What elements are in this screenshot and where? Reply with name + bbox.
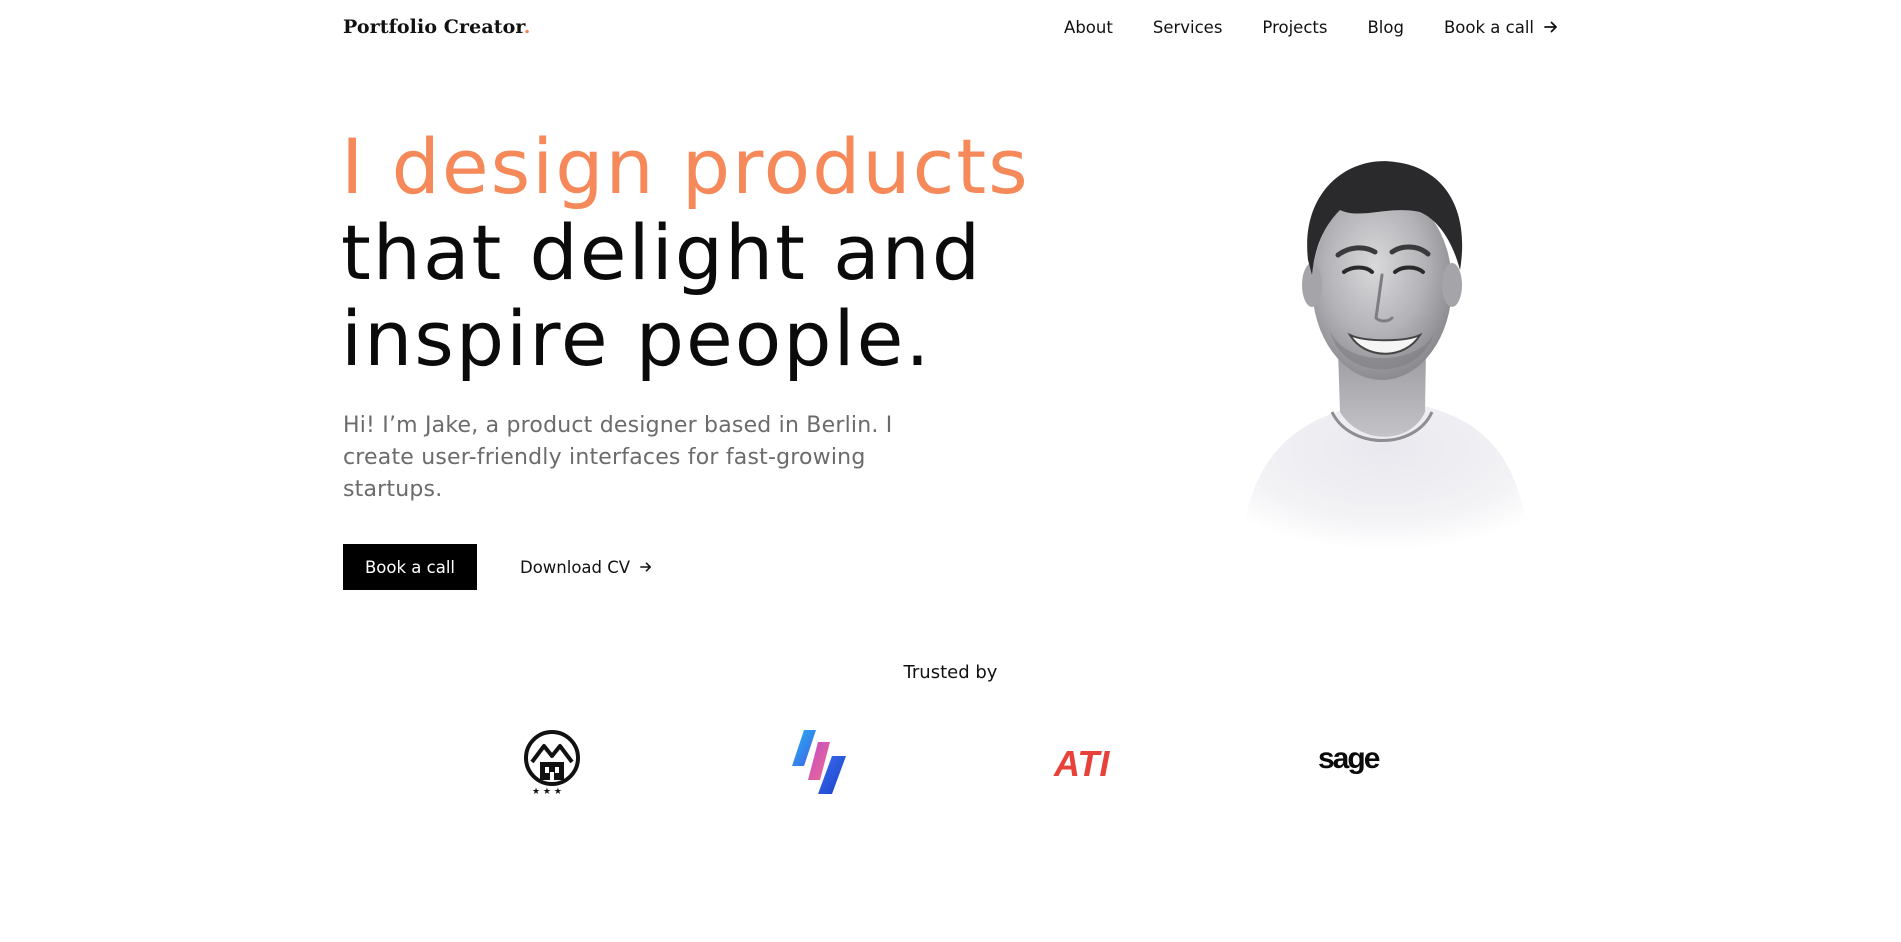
hero-title-accent: I design products	[341, 122, 1030, 211]
svg-text:★ ★ ★: ★ ★ ★	[532, 787, 562, 796]
nav-links: About Services Projects Blog Book a call	[1064, 18, 1558, 37]
hero-title: I design products that delight and inspi…	[341, 124, 1030, 382]
nav-projects-link[interactable]: Projects	[1262, 18, 1327, 37]
hero-title-line2: that delight and	[341, 208, 983, 297]
mountain-house-logo: ★ ★ ★	[524, 730, 580, 796]
arrow-right-icon	[1544, 21, 1557, 33]
top-nav: Portfolio Creator. About Services Projec…	[343, 0, 1558, 54]
portrait-photo	[1240, 161, 1530, 550]
brand-logo[interactable]: Portfolio Creator.	[343, 16, 530, 38]
gradient-bolt-logo	[792, 730, 846, 794]
nav-blog-link[interactable]: Blog	[1367, 18, 1403, 37]
download-cv-button[interactable]: Download CV	[520, 544, 652, 590]
hero-title-line3: inspire people.	[341, 294, 932, 383]
sage-logo: sage	[1318, 742, 1380, 775]
ati-logo: ATI	[1053, 743, 1110, 782]
download-cv-label: Download CV	[520, 557, 631, 577]
nav-about-link[interactable]: About	[1064, 18, 1113, 37]
arrow-right-icon	[640, 562, 652, 572]
nav-services-link[interactable]: Services	[1153, 18, 1223, 37]
hero-subtitle: Hi! I’m Jake, a product designer based i…	[343, 413, 893, 502]
ati-logo-text: ATI	[1053, 743, 1110, 782]
nav-book-call-link[interactable]: Book a call	[1444, 18, 1558, 37]
nav-book-call-label: Book a call	[1443, 17, 1534, 37]
book-call-button[interactable]: Book a call	[343, 544, 477, 590]
trusted-by-label: Trusted by	[903, 662, 998, 683]
